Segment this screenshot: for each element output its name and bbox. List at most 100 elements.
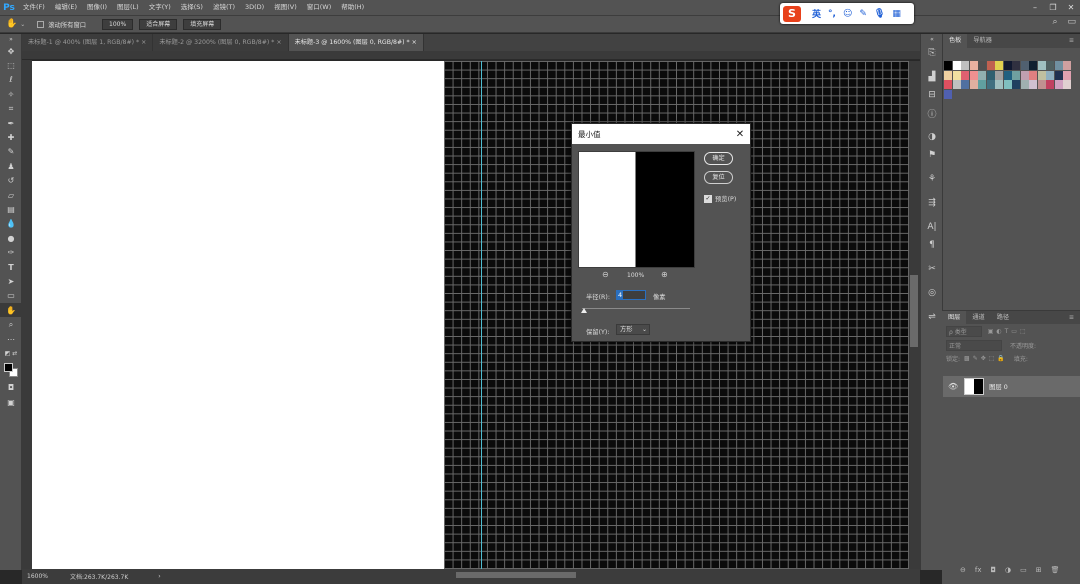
tab-swatches[interactable]: 色板 xyxy=(943,34,968,48)
swatch[interactable] xyxy=(1020,70,1029,80)
swatch[interactable] xyxy=(969,61,978,70)
menu-window[interactable]: 窗口(W) xyxy=(302,0,337,15)
emoji-icon[interactable]: ☺ xyxy=(843,9,852,19)
swatch[interactable] xyxy=(1063,80,1071,89)
swatch[interactable] xyxy=(986,61,995,70)
swatch[interactable] xyxy=(1046,70,1054,80)
hand-icon[interactable]: ✋ xyxy=(6,19,17,29)
pen-icon[interactable]: ✎ xyxy=(859,9,867,19)
fit-screen-button[interactable]: 适合屏幕 xyxy=(139,18,178,30)
swatch[interactable] xyxy=(978,70,986,80)
swatch[interactable] xyxy=(1054,61,1063,70)
preview-checkbox[interactable]: ✓ xyxy=(704,195,712,203)
swatch[interactable] xyxy=(1054,70,1063,80)
tab-channels[interactable]: 通道 xyxy=(966,311,990,324)
ok-button[interactable]: 确定 xyxy=(704,152,733,165)
swatch[interactable] xyxy=(1063,61,1071,70)
swatch[interactable] xyxy=(1037,80,1046,89)
swatch[interactable] xyxy=(961,61,969,70)
swatch[interactable] xyxy=(1029,61,1037,70)
eye-icon[interactable]: 👁 xyxy=(948,382,958,391)
search-icon[interactable]: ⌕ xyxy=(1052,17,1057,27)
status-menu-arrow[interactable]: › xyxy=(158,573,160,580)
menu-view[interactable]: 视图(V) xyxy=(269,0,302,15)
timeline-icon[interactable]: ⇌ xyxy=(921,308,943,326)
menu-layer[interactable]: 图层(L) xyxy=(112,0,144,15)
swatch[interactable] xyxy=(1020,61,1029,70)
swatch[interactable] xyxy=(1029,80,1037,89)
minimize-icon[interactable]: – xyxy=(1026,0,1044,15)
panel-menu-icon[interactable]: ≡ xyxy=(1063,34,1080,48)
hand-tool-icon[interactable]: ✋ xyxy=(0,303,22,318)
guide-line[interactable] xyxy=(481,61,482,569)
adjustments-icon[interactable]: ◑ xyxy=(921,128,943,146)
screen-mode-icon[interactable]: ▣ xyxy=(0,395,22,409)
styles-icon[interactable]: ⚑ xyxy=(921,146,943,164)
filter-preview[interactable] xyxy=(578,151,695,268)
collapse-icon[interactable]: » xyxy=(0,34,22,44)
mask-icon[interactable]: ◘ xyxy=(990,566,996,574)
eraser-tool-icon[interactable]: ▱ xyxy=(0,188,22,202)
blend-mode-select[interactable]: 正常 xyxy=(946,339,1003,351)
zoom-out-icon[interactable]: ⊖ xyxy=(602,270,609,279)
history-brush-icon[interactable]: ↺ xyxy=(0,174,22,188)
swatch[interactable] xyxy=(1063,70,1071,80)
tab-doc-1[interactable]: 未标题-1 @ 400% (图层 1, RGB/8#) * × xyxy=(22,34,154,51)
layer-filter-kind[interactable]: ρ 类型 xyxy=(946,325,982,337)
swatch[interactable] xyxy=(944,89,952,99)
quick-mask-icon[interactable]: ◘ xyxy=(0,381,22,395)
radius-input[interactable]: 4 xyxy=(616,290,646,300)
swatch[interactable] xyxy=(1029,70,1037,80)
zoom-level[interactable]: 1600% xyxy=(27,573,48,580)
menu-filter[interactable]: 滤镜(T) xyxy=(208,0,240,15)
layer-name[interactable]: 图层 0 xyxy=(989,382,1008,391)
restore-icon[interactable]: ❐ xyxy=(1044,0,1062,15)
tool-presets-icon[interactable]: ⇶ xyxy=(921,194,943,212)
swatch[interactable] xyxy=(978,61,986,70)
tab-layers[interactable]: 图层 xyxy=(942,311,967,324)
pen-tool-icon[interactable]: ✑ xyxy=(0,245,22,259)
ime-lang-toggle[interactable]: 英 xyxy=(812,7,821,20)
group-icon[interactable]: ▭ xyxy=(1020,566,1027,574)
horizontal-ruler[interactable] xyxy=(22,51,920,60)
fx-icon[interactable]: fx xyxy=(975,566,982,574)
swatch[interactable] xyxy=(986,80,995,89)
type-tool-icon[interactable]: T xyxy=(0,260,22,274)
swatch[interactable] xyxy=(1037,61,1046,70)
menu-help[interactable]: 帮助(H) xyxy=(336,0,369,15)
swatch[interactable] xyxy=(969,80,978,89)
swatch[interactable] xyxy=(995,61,1003,70)
zoom-in-icon[interactable]: ⊕ xyxy=(661,270,668,279)
swatch[interactable] xyxy=(944,80,952,89)
swatch[interactable] xyxy=(995,80,1003,89)
swatch[interactable] xyxy=(1020,80,1029,89)
filter-icons[interactable]: ▣◐T▭⬚ xyxy=(988,328,1029,335)
swatch[interactable] xyxy=(1046,61,1054,70)
canvas-white-area[interactable] xyxy=(32,61,444,569)
swatch[interactable] xyxy=(944,61,952,70)
swatch[interactable] xyxy=(944,70,952,80)
brush-settings-icon[interactable]: ✂ xyxy=(921,260,943,278)
workspace-icon[interactable]: ▭ xyxy=(1067,17,1076,27)
tab-doc-2[interactable]: 未标题-2 @ 3200% (图层 0, RGB/8#) * × xyxy=(153,34,289,51)
menu-select[interactable]: 选择(S) xyxy=(176,0,208,15)
close-icon[interactable]: × xyxy=(141,39,146,46)
default-colors-icon[interactable]: ◩ ⇄ xyxy=(0,346,22,360)
scroll-all-checkbox[interactable] xyxy=(37,20,45,28)
lock-icons[interactable]: ▩✎✥⬚🔒 xyxy=(964,355,1008,362)
history-icon[interactable]: ⎘ xyxy=(921,44,943,62)
histogram-icon[interactable]: ▟ xyxy=(921,68,943,86)
swatch[interactable] xyxy=(1003,80,1012,89)
character-icon[interactable]: A| xyxy=(921,218,943,236)
swatch[interactable] xyxy=(961,80,969,89)
swatch[interactable] xyxy=(986,70,995,80)
shape-tool-icon[interactable]: ▭ xyxy=(0,289,22,303)
punctuation-icon[interactable]: °, xyxy=(828,9,836,19)
swatch[interactable] xyxy=(1054,80,1063,89)
layer-row[interactable]: 👁 图层 0 xyxy=(943,376,1080,397)
preserve-select[interactable]: 方形 ⌄ xyxy=(616,324,650,335)
properties-icon[interactable]: ⊟ xyxy=(921,86,943,104)
vertical-ruler[interactable] xyxy=(22,60,32,570)
trash-icon[interactable]: 🗑 xyxy=(1051,566,1060,574)
close-icon[interactable]: ✕ xyxy=(730,129,750,140)
